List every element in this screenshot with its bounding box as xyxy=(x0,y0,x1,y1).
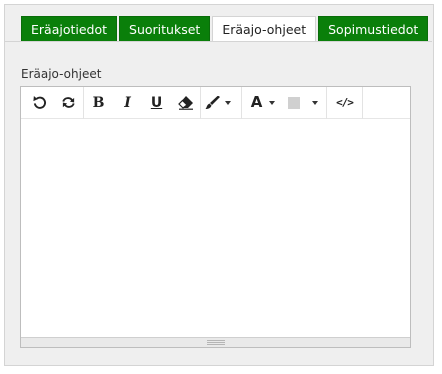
field-label: Eräajo-ohjeet xyxy=(21,67,102,81)
underline-icon: U xyxy=(150,94,163,111)
style-group xyxy=(201,86,242,119)
tab-sopimustiedot[interactable]: Sopimustiedot xyxy=(318,16,429,42)
font-color-button[interactable]: A xyxy=(246,89,280,117)
code-icon: </> xyxy=(336,96,354,109)
style-dropdown-button[interactable] xyxy=(201,89,235,117)
chevron-down-icon xyxy=(269,100,276,105)
underline-button[interactable]: U xyxy=(142,89,171,117)
format-group: B I U xyxy=(84,86,201,119)
rich-text-editor: B I U A </> xyxy=(20,86,411,348)
redo-button[interactable] xyxy=(54,89,83,117)
chevron-down-icon xyxy=(225,100,231,105)
tab-eraajo-ohjeet[interactable]: Eräajo-ohjeet xyxy=(212,16,317,42)
tab-divider xyxy=(4,41,432,42)
font-color-icon: A xyxy=(250,93,263,111)
background-color-button[interactable] xyxy=(280,89,326,117)
history-group xyxy=(25,86,84,119)
tab-suoritukset[interactable]: Suoritukset xyxy=(119,16,211,42)
undo-button[interactable] xyxy=(25,89,54,117)
clear-format-button[interactable] xyxy=(171,89,200,117)
bold-icon: B xyxy=(92,94,105,111)
bold-button[interactable]: B xyxy=(84,89,113,117)
tab-eraajotiedot[interactable]: Eräajotiedot xyxy=(21,16,118,42)
brush-icon xyxy=(205,95,220,109)
chevron-down-icon xyxy=(312,100,318,105)
editor-content[interactable] xyxy=(21,119,410,338)
editor-toolbar: B I U A </> xyxy=(21,86,410,119)
tab-bar: Eräajotiedot Suoritukset Eräajo-ohjeet S… xyxy=(21,16,430,42)
editor-resize-bar[interactable] xyxy=(21,337,410,347)
italic-icon: I xyxy=(124,94,131,111)
code-view-button[interactable]: </> xyxy=(330,89,359,117)
undo-icon xyxy=(33,95,46,109)
eraser-icon xyxy=(177,96,193,110)
color-swatch-icon xyxy=(288,96,300,109)
resize-grip-icon xyxy=(206,340,225,345)
redo-icon xyxy=(62,97,75,108)
code-group: </> xyxy=(327,86,363,119)
color-group: A xyxy=(242,86,327,119)
italic-button[interactable]: I xyxy=(113,89,142,117)
